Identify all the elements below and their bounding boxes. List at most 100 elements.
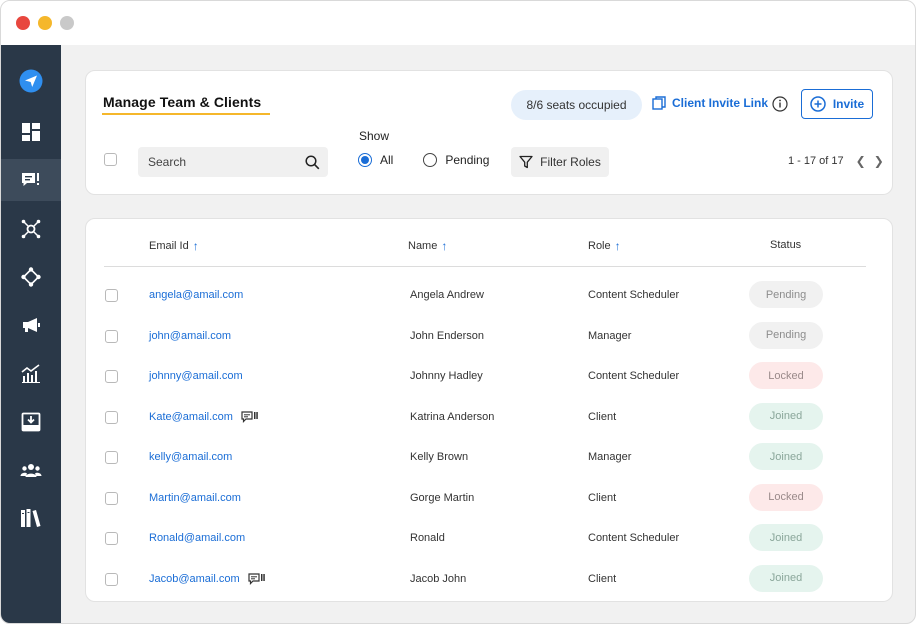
row-name: Kelly Brown [410, 451, 469, 463]
column-header-name[interactable]: Name ↑ [408, 239, 447, 253]
sort-arrow-icon[interactable]: ↑ [615, 239, 621, 253]
maximize-window-button[interactable] [60, 16, 74, 30]
row-email-link[interactable]: Jacob@amail.com [149, 573, 265, 585]
row-email[interactable]: Ronald@amail.com [149, 532, 245, 544]
row-email[interactable]: kelly@amail.com [149, 451, 232, 463]
row-checkbox[interactable] [105, 532, 118, 545]
client-invite-link-label: Client Invite Link [672, 96, 769, 110]
row-email-link[interactable]: Martin@amail.com [149, 492, 241, 504]
row-name: Gorge Martin [410, 491, 475, 504]
row-checkbox[interactable] [105, 329, 118, 343]
table-row: angela@amail.com Angela Andrew Content Sch… [86, 276, 892, 316]
row-role: Content Scheduler [588, 532, 680, 544]
sidebar-item-analytics[interactable] [1, 352, 61, 394]
status-badge: Joined [749, 443, 823, 470]
row-email-link[interactable]: johnny@amail.com [149, 370, 243, 382]
show-all-radio[interactable] [358, 153, 372, 167]
status-badge: Joined [749, 402, 823, 430]
row-role: Manager [588, 329, 632, 342]
filter-roles-button[interactable]: Filter Roles [511, 147, 609, 177]
send-icon [19, 69, 43, 93]
table-row: Martin@amail.com Gorge Martin Client Locked [86, 479, 892, 519]
sidebar-item-publish[interactable] [1, 60, 61, 102]
minimize-window-button[interactable] [38, 16, 52, 30]
move-icon [21, 267, 41, 287]
info-icon[interactable] [772, 96, 788, 112]
sidebar-item-users[interactable] [1, 449, 61, 491]
show-pending-option[interactable]: Pending [423, 153, 489, 167]
row-checkbox[interactable] [105, 370, 118, 383]
row-email-link[interactable]: kelly@amail.com [149, 451, 232, 463]
sidebar [1, 45, 61, 623]
row-email[interactable]: Martin@amail.com [149, 492, 241, 504]
inbox-download-icon [21, 412, 41, 432]
row-checkbox[interactable] [105, 491, 118, 505]
analytics-icon [21, 364, 40, 383]
column-header-email[interactable]: Email Id ↑ [149, 239, 199, 253]
title-bar [1, 1, 915, 45]
row-email-link[interactable]: john@amail.com [149, 330, 231, 342]
row-role: Client [588, 572, 617, 585]
status-badge: Locked [749, 483, 823, 511]
row-email[interactable]: Kate@amail.com [149, 411, 233, 423]
row-email[interactable]: Jacob@amail.com [149, 573, 240, 585]
chat-icon[interactable] [248, 572, 265, 585]
sidebar-item-distribution[interactable] [1, 256, 61, 298]
sidebar-item-campaigns[interactable] [1, 304, 61, 346]
sidebar-item-library[interactable] [1, 497, 61, 539]
chat-icon[interactable] [241, 410, 258, 423]
show-all-label: All [380, 153, 394, 167]
copy-icon [652, 96, 666, 110]
column-header-role-label: Role [588, 240, 611, 252]
column-header-name-label: Name [408, 240, 438, 252]
invite-button-label: Invite [832, 97, 865, 111]
status-badge: Joined [749, 564, 823, 592]
filter-icon [519, 155, 533, 169]
row-email-link[interactable]: angela@amail.com [149, 289, 243, 301]
title-underline [102, 113, 270, 115]
row-name: Katrina Anderson [410, 410, 495, 423]
header-card: Manage Team & Clients 8/6 seats occupied… [85, 70, 893, 195]
sidebar-item-inbox[interactable] [1, 401, 61, 443]
row-name: Angela Andrew [410, 289, 484, 301]
table-row: Jacob@amail.com Jacob John Client Joined [86, 560, 892, 600]
prev-page-icon[interactable]: ❮ [856, 154, 866, 168]
sidebar-item-dashboard[interactable] [1, 111, 61, 153]
seats-badge: 8/6 seats occupied [511, 90, 642, 120]
show-pending-radio[interactable] [423, 153, 438, 167]
search-box[interactable] [138, 147, 328, 177]
column-header-role[interactable]: Role ↑ [588, 239, 621, 253]
row-email-link[interactable]: Ronald@amail.com [149, 532, 245, 544]
search-input[interactable] [146, 154, 305, 170]
row-email-link[interactable]: Kate@amail.com [149, 411, 258, 423]
page-title: Manage Team & Clients [103, 94, 262, 110]
show-all-option[interactable]: All [358, 153, 393, 167]
pagination-text: 1 - 17 of 17 [788, 155, 844, 167]
row-checkbox[interactable] [105, 572, 118, 586]
client-invite-link[interactable]: Client Invite Link [652, 96, 768, 110]
row-checkbox[interactable] [105, 410, 118, 424]
sidebar-item-network[interactable] [1, 208, 61, 250]
row-email[interactable]: angela@amail.com [149, 289, 243, 301]
table-row: Kate@amail.com Katrina Anderson Client Join… [86, 398, 892, 438]
sidebar-item-team[interactable] [1, 159, 61, 201]
close-window-button[interactable] [16, 16, 30, 30]
row-role: Client [588, 410, 617, 423]
table-row: Ronald@amail.com Ronald Content Scheduler J… [86, 519, 892, 559]
column-header-email-label: Email Id [149, 240, 189, 252]
next-page-icon[interactable]: ❯ [874, 154, 884, 168]
row-name: Ronald [410, 532, 445, 544]
row-checkbox[interactable] [105, 289, 118, 302]
select-all-checkbox[interactable] [104, 153, 117, 166]
network-icon [21, 219, 41, 239]
row-email[interactable]: john@amail.com [149, 330, 231, 342]
column-header-status-label: Status [770, 239, 802, 251]
invite-button[interactable]: Invite [801, 89, 873, 119]
search-icon[interactable] [305, 154, 320, 170]
row-email[interactable]: johnny@amail.com [149, 370, 243, 382]
sort-arrow-icon[interactable]: ↑ [193, 239, 199, 253]
filter-roles-label: Filter Roles [540, 155, 601, 169]
row-checkbox[interactable] [105, 451, 118, 464]
sort-arrow-icon[interactable]: ↑ [441, 239, 447, 253]
table-row: johnny@amail.com Johnny Hadley Content Sch… [86, 357, 892, 397]
